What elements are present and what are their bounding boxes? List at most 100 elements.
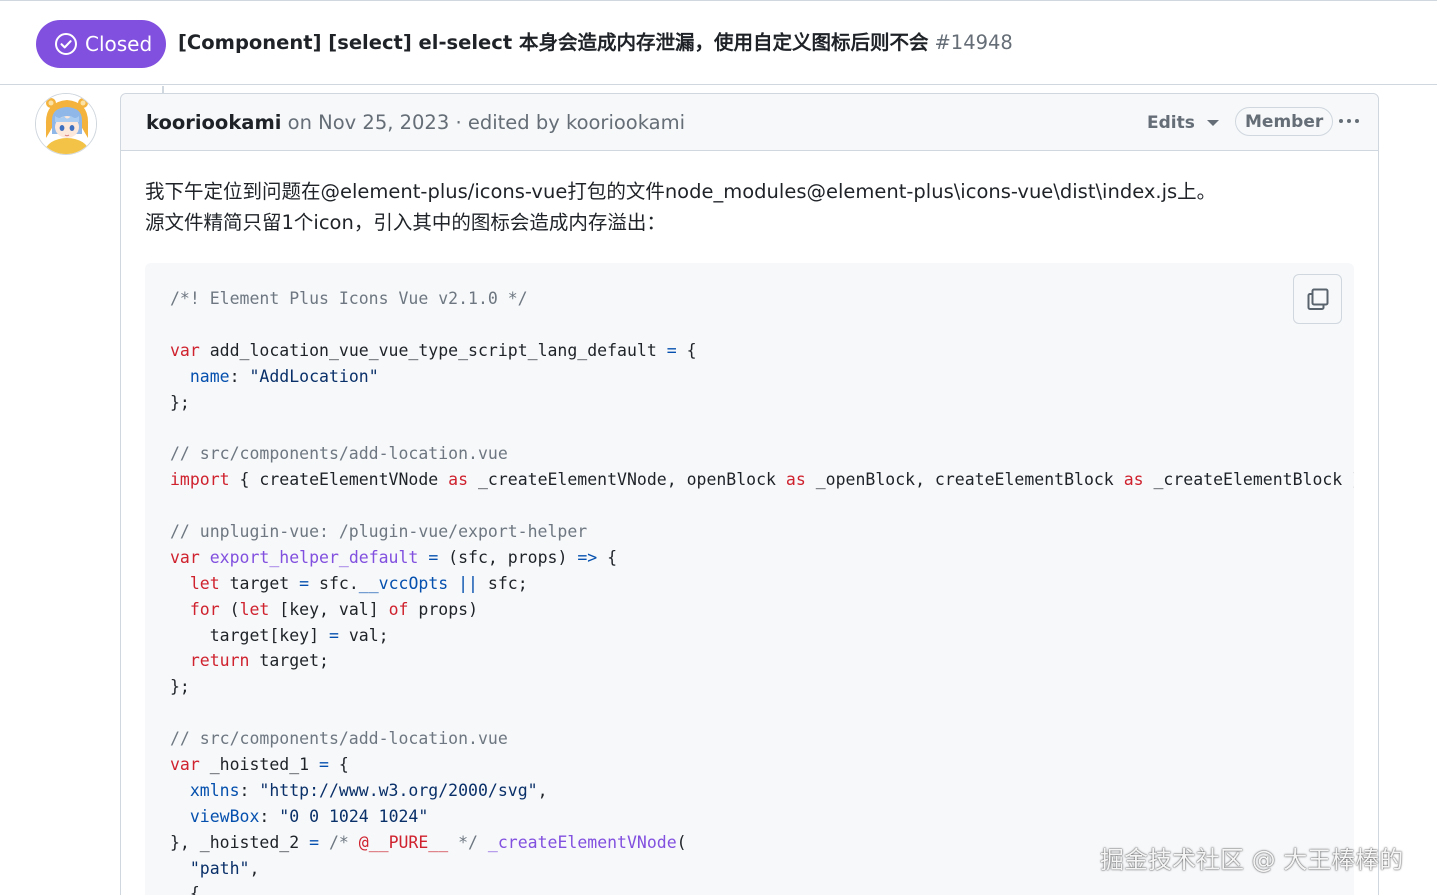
code-token: { bbox=[597, 547, 618, 567]
code-token: _createElementVNode, openBlock bbox=[468, 470, 786, 490]
code-token: name bbox=[189, 366, 230, 386]
edits-label: Edits bbox=[1147, 113, 1195, 133]
code-token: = bbox=[319, 755, 329, 775]
code-token: // src/components/add-location.vue bbox=[170, 444, 508, 464]
code-token: xmlns bbox=[189, 780, 240, 800]
code-token: __vccOpts bbox=[358, 573, 449, 593]
code-token: /* bbox=[328, 832, 359, 852]
edits-dropdown[interactable]: Edits bbox=[1147, 111, 1219, 135]
code-line: var add_location_vue_vue_type_script_lan… bbox=[170, 338, 1354, 364]
code-line: // src/components/add-location.vue bbox=[170, 726, 1354, 752]
kebab-horizontal-icon[interactable] bbox=[1331, 111, 1367, 131]
issue-sticky-header: Closed [Component] [select] el-select 本身… bbox=[0, 1, 1437, 85]
code-line: import { createElementVNode as _createEl… bbox=[170, 467, 1354, 493]
code-token: of bbox=[388, 599, 409, 619]
check-circle-icon bbox=[55, 33, 77, 55]
code-token: _hoisted_1 bbox=[199, 755, 320, 775]
code-token: || bbox=[458, 573, 478, 593]
code-line: name: "AddLocation" bbox=[170, 364, 1354, 390]
role-badge-label: Member bbox=[1245, 111, 1324, 132]
issue-title-text: [Component] [select] el-select 本身会造成内存泄漏… bbox=[178, 31, 929, 54]
code-token: = bbox=[299, 573, 310, 593]
code-token: target[key] bbox=[170, 625, 329, 645]
code-line: xmlns: "http://www.w3.org/2000/svg", bbox=[170, 778, 1354, 804]
code-token: return bbox=[189, 651, 250, 671]
kebab-dot bbox=[1355, 119, 1359, 123]
code-block: /*! Element Plus Icons Vue v2.1.0 */ var… bbox=[145, 263, 1354, 895]
code-token: add_location_vue_vue_type_script_lang_de… bbox=[199, 340, 667, 360]
code-line: { bbox=[170, 881, 1354, 895]
code-token: import bbox=[170, 470, 230, 490]
code-token: /*! Element Plus Icons Vue v2.1.0 */ bbox=[170, 289, 528, 308]
code-line: /*! Element Plus Icons Vue v2.1.0 */ bbox=[170, 286, 1354, 312]
comment-timestamp[interactable]: on Nov 25, 2023 · edited by kooriookami bbox=[281, 111, 685, 134]
code-token: }, _hoisted_2 bbox=[170, 832, 310, 852]
watermark-text: 掘金技术社区 @ 大王棒棒的 bbox=[1100, 846, 1404, 874]
code-token: let bbox=[239, 599, 270, 619]
code-line: for (let [key, val] of props) bbox=[170, 597, 1354, 623]
code-line: viewBox: "0 0 1024 1024" bbox=[170, 804, 1354, 830]
code-token: _createElementBlock } bbox=[1143, 470, 1354, 490]
code-token: */ bbox=[448, 832, 478, 852]
issue-state-label: Closed bbox=[85, 32, 153, 56]
code-token: }; bbox=[170, 677, 190, 697]
issue-state-badge: Closed bbox=[36, 20, 166, 68]
code-line: // unplugin-vue: /plugin-vue/export-help… bbox=[170, 519, 1354, 545]
code-token: "0 0 1024 1024" bbox=[279, 806, 429, 826]
code-token: : bbox=[259, 806, 280, 826]
code-token: , bbox=[537, 780, 548, 800]
code-token: : bbox=[239, 780, 260, 800]
code-line: return target; bbox=[170, 648, 1354, 674]
code-token: : bbox=[229, 366, 250, 386]
code-token: var bbox=[170, 755, 200, 775]
code-line: var _hoisted_1 = { bbox=[170, 752, 1354, 778]
code-token: { bbox=[170, 884, 200, 895]
code-token: ( bbox=[219, 599, 240, 619]
copy-button[interactable] bbox=[1293, 274, 1342, 324]
code-token: sfc. bbox=[309, 573, 359, 593]
code-content: /*! Element Plus Icons Vue v2.1.0 */ var… bbox=[170, 286, 1354, 895]
code-token: "AddLocation" bbox=[249, 366, 379, 386]
code-line: // src/components/add-location.vue bbox=[170, 441, 1354, 467]
author-link[interactable]: kooriookami bbox=[146, 111, 281, 134]
code-token: // src/components/add-location.vue bbox=[170, 729, 508, 749]
code-token: = bbox=[428, 547, 439, 567]
code-token: target bbox=[219, 573, 300, 593]
author-avatar[interactable] bbox=[35, 93, 97, 155]
code-token: }; bbox=[170, 392, 190, 412]
code-token: for bbox=[189, 599, 220, 619]
code-token: = bbox=[328, 625, 339, 645]
comment-paragraph-line: 源文件精简只留1个icon，引入其中的图标会造成内存溢出： bbox=[145, 211, 666, 234]
code-token: let bbox=[189, 573, 220, 593]
code-token: "http://www.w3.org/2000/svg" bbox=[259, 780, 538, 800]
code-token: , bbox=[249, 858, 260, 878]
code-token: { bbox=[676, 340, 697, 360]
code-line: var export_helper_default = (sfc, props)… bbox=[170, 545, 1354, 571]
code-token: _openBlock, createElementBlock bbox=[805, 470, 1124, 490]
comment-body: 我下午定位到问题在@element-plus/icons-vue打包的文件nod… bbox=[145, 176, 1345, 238]
code-token: "path" bbox=[189, 858, 250, 878]
code-token: as bbox=[785, 470, 806, 490]
code-token: [key, val] bbox=[269, 599, 389, 619]
code-token: = bbox=[309, 832, 320, 852]
code-token: // unplugin-vue: /plugin-vue/export-help… bbox=[170, 522, 588, 542]
code-token: => bbox=[577, 547, 598, 567]
code-token: { createElementVNode bbox=[229, 470, 449, 490]
code-line: let target = sfc.__vccOpts || sfc; bbox=[170, 571, 1354, 597]
code-token: { bbox=[328, 755, 349, 775]
code-token: sfc; bbox=[478, 573, 528, 593]
code-token: val; bbox=[338, 625, 389, 645]
